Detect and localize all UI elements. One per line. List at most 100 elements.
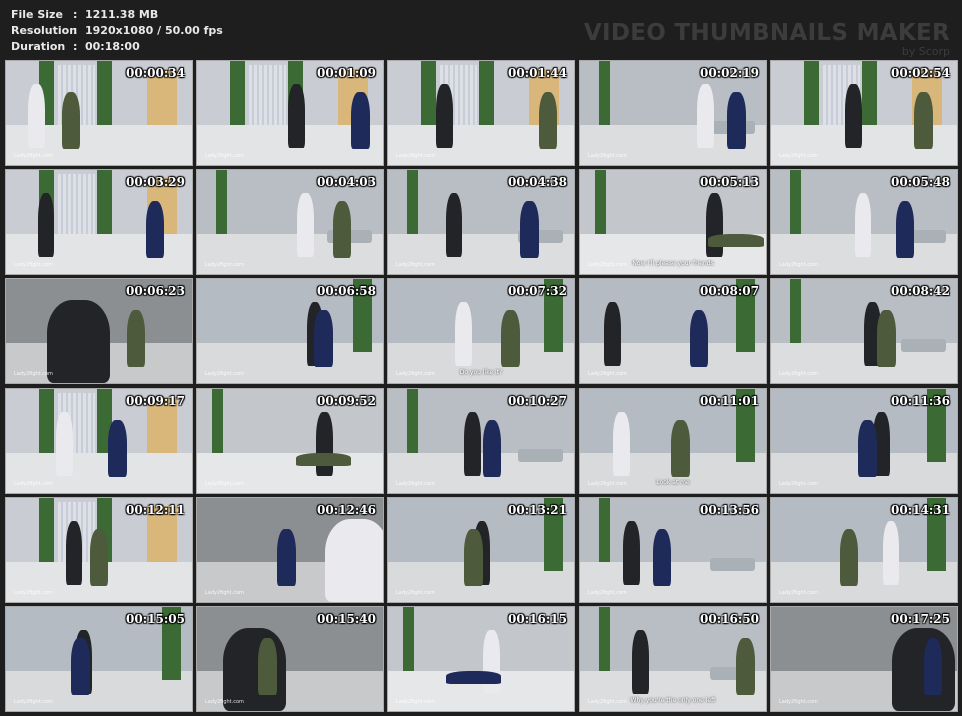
person-figure xyxy=(297,192,315,258)
person-figure xyxy=(652,529,672,587)
person-figure xyxy=(89,529,109,587)
thumbnail[interactable]: 00:07:32 Lady2fight.com Do you like it? xyxy=(387,278,575,384)
watermark: Lady2fight.com xyxy=(396,481,435,487)
thumbnail[interactable]: 00:12:46 Lady2fight.com xyxy=(196,497,384,603)
person-figure xyxy=(501,310,521,368)
person-figure xyxy=(351,92,370,150)
thumbnail[interactable]: 00:12:11 Lady2fight.com xyxy=(5,497,193,603)
timestamp: 00:01:09 xyxy=(317,66,376,80)
timestamp: 00:11:36 xyxy=(891,394,950,408)
thumbnail[interactable]: 00:01:09 Lady2fight.com xyxy=(196,60,384,166)
person-figure xyxy=(61,92,81,150)
timestamp: 00:10:27 xyxy=(508,394,567,408)
watermark: Lady2fight.com xyxy=(14,699,53,705)
curtain xyxy=(58,174,96,235)
thumbnail[interactable]: 00:05:13 Lady2fight.com Now I'll please yo… xyxy=(579,169,767,275)
person-figure xyxy=(858,420,877,478)
watermark: Lady2fight.com xyxy=(779,699,818,705)
watermark: Lady2fight.com xyxy=(779,262,818,268)
watermark: Lady2fight.com xyxy=(14,590,53,596)
person-figure xyxy=(839,529,859,587)
scene-floor xyxy=(6,453,192,493)
plant xyxy=(598,61,610,126)
plant xyxy=(862,61,877,126)
subtitle-caption: Look at me xyxy=(656,479,690,486)
timestamp: 00:06:23 xyxy=(126,284,185,298)
thumbnail[interactable]: 00:10:27 Lady2fight.com xyxy=(387,388,575,494)
person-figure xyxy=(736,638,755,696)
plant xyxy=(97,170,112,235)
person-figure xyxy=(464,529,483,587)
watermark: Lady2fight.com xyxy=(779,153,818,159)
watermark: Lady2fight.com xyxy=(779,481,818,487)
info-header: File Size:1211.38 MB Resolution: 1920x108… xyxy=(0,0,962,60)
person-figure xyxy=(295,453,352,466)
person-figure xyxy=(258,638,277,696)
person-figure xyxy=(332,201,352,259)
thumbnail[interactable]: 00:15:05 Lady2fight.com xyxy=(5,606,193,712)
thumbnail[interactable]: 00:05:48 Lady2fight.com xyxy=(770,169,958,275)
duration-row: Duration:00:18:00 xyxy=(11,40,140,53)
thumbnail[interactable]: 00:04:03 Lady2fight.com xyxy=(196,169,384,275)
thumbnail[interactable]: 00:08:07 Lady2fight.com xyxy=(579,278,767,384)
person-figure xyxy=(622,520,640,586)
watermark: Lady2fight.com xyxy=(205,153,244,159)
timestamp: 00:15:05 xyxy=(126,612,185,626)
timestamp: 00:02:19 xyxy=(700,66,759,80)
plant xyxy=(598,498,610,563)
thumbnail[interactable]: 00:11:01 Lady2fight.com Look at me xyxy=(579,388,767,494)
subtitle-caption: Now I'll please your friends xyxy=(632,260,714,267)
person-figure xyxy=(464,411,481,477)
thumbnail[interactable]: 00:13:21 Lady2fight.com xyxy=(387,497,575,603)
watermark: Lady2fight.com xyxy=(205,699,244,705)
thumbnail[interactable]: 00:15:40 Lady2fight.com xyxy=(196,606,384,712)
resolution-value: 1920x1080 / 50.00 fps xyxy=(85,24,223,37)
person-figure xyxy=(482,420,502,478)
thumbnail[interactable]: 00:14:31 Lady2fight.com xyxy=(770,497,958,603)
timestamp: 00:14:31 xyxy=(891,503,950,517)
curtain xyxy=(249,65,287,126)
thumbnail[interactable]: 00:13:56 Lady2fight.com xyxy=(579,497,767,603)
watermark: Lady2fight.com xyxy=(396,699,435,705)
thumbnail[interactable]: 00:04:38 Lady2fight.com xyxy=(387,169,575,275)
thumbnail[interactable]: 00:02:19 Lady2fight.com xyxy=(579,60,767,166)
person-figure xyxy=(538,92,558,150)
plant xyxy=(406,170,418,235)
thumbnail[interactable]: 00:16:50 Lady2fight.com Why you're the onl… xyxy=(579,606,767,712)
watermark: Lady2fight.com xyxy=(205,590,244,596)
thumbnail[interactable]: 00:06:58 Lady2fight.com xyxy=(196,278,384,384)
thumbnail[interactable]: 00:01:44 Lady2fight.com xyxy=(387,60,575,166)
thumbnail[interactable]: 00:09:17 Lady2fight.com xyxy=(5,388,193,494)
scene-floor xyxy=(197,453,383,493)
timestamp: 00:08:07 xyxy=(700,284,759,298)
file-size-row: File Size:1211.38 MB xyxy=(11,8,158,21)
separator: : xyxy=(73,40,78,53)
plant xyxy=(402,607,415,672)
thumbnail[interactable]: 00:03:29 Lady2fight.com xyxy=(5,169,193,275)
person-figure xyxy=(56,411,73,477)
thumbnail[interactable]: 00:17:25 Lady2fight.com xyxy=(770,606,958,712)
timestamp: 00:05:13 xyxy=(700,175,759,189)
person-figure xyxy=(726,92,746,150)
person-figure xyxy=(671,420,690,478)
separator: : xyxy=(73,24,78,37)
watermark: Lady2fight.com xyxy=(588,590,627,596)
watermark: Lady2fight.com xyxy=(14,262,53,268)
thumbnail[interactable]: 00:11:36 Lady2fight.com xyxy=(770,388,958,494)
thumbnail[interactable]: 00:09:52 Lady2fight.com xyxy=(196,388,384,494)
plant xyxy=(594,170,607,235)
thumbnail[interactable]: 00:16:15 Lady2fight.com xyxy=(387,606,575,712)
thumbnail[interactable]: 00:00:34 Lady2fight.com xyxy=(5,60,193,166)
thumbnail[interactable]: 00:02:54 Lady2fight.com xyxy=(770,60,958,166)
person-figure xyxy=(689,310,709,368)
person-figure xyxy=(445,192,463,258)
person-figure xyxy=(126,310,146,368)
thumbnail[interactable]: 00:06:23 Lady2fight.com xyxy=(5,278,193,384)
watermark: Lady2fight.com xyxy=(396,262,435,268)
watermark: Lady2fight.com xyxy=(14,153,53,159)
plant xyxy=(230,61,246,126)
timestamp: 00:09:17 xyxy=(126,394,185,408)
person-figure xyxy=(697,83,714,149)
thumbnail[interactable]: 00:08:42 Lady2fight.com xyxy=(770,278,958,384)
timestamp: 00:13:21 xyxy=(508,503,567,517)
